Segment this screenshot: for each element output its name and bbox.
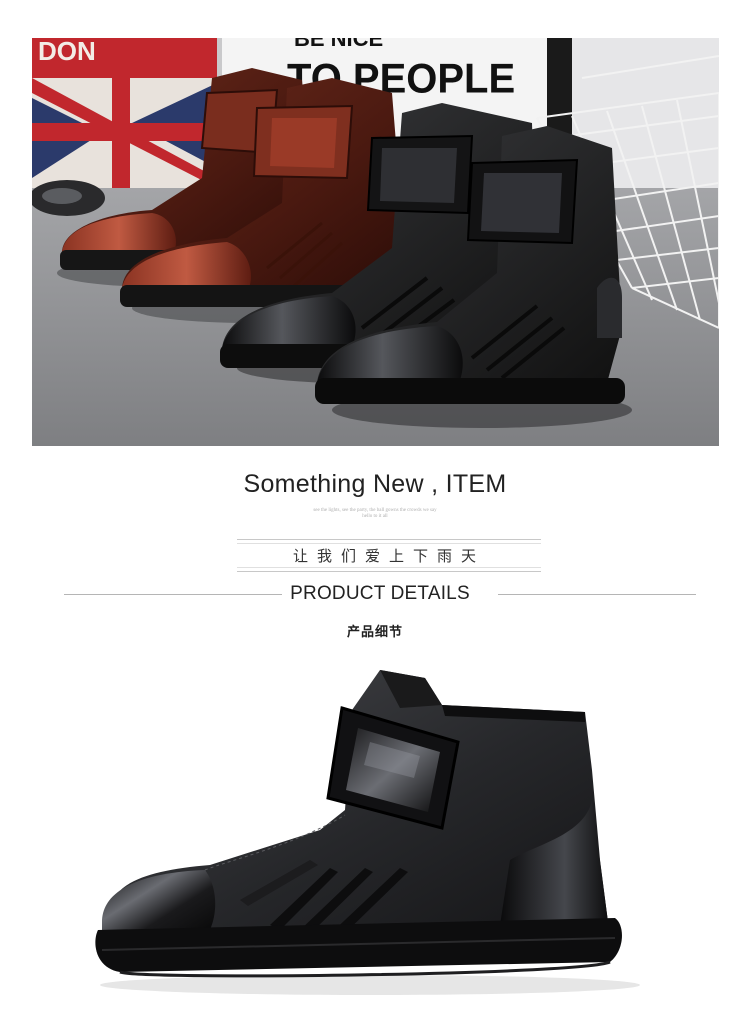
headline: Something New , ITEM <box>243 470 507 498</box>
chinese-slogan: 让我们爱上下雨天 <box>292 547 485 565</box>
product-details-heading: PRODUCT DETAILS <box>64 582 696 606</box>
svg-text:DON: DON <box>38 38 96 66</box>
fine-print: see the lights, see the party, the ball … <box>0 508 750 520</box>
fine-print-line-2: hello to it all <box>362 514 388 519</box>
product-details-title: PRODUCT DETAILS <box>290 583 470 604</box>
svg-text:BE NICE: BE NICE <box>294 38 383 51</box>
hero-scene: DON BE NICE TO PEOPLE <box>32 38 719 446</box>
flag-poster: DON <box>32 38 217 198</box>
slogan-box: 让我们爱上下雨天 <box>237 539 541 572</box>
boot-closeup <box>95 670 640 995</box>
hero-photo: DON BE NICE TO PEOPLE <box>32 38 719 446</box>
product-details-subtitle: 产品细节 <box>346 625 403 640</box>
product-boot-photo <box>80 650 640 1000</box>
sunglasses <box>32 180 105 216</box>
